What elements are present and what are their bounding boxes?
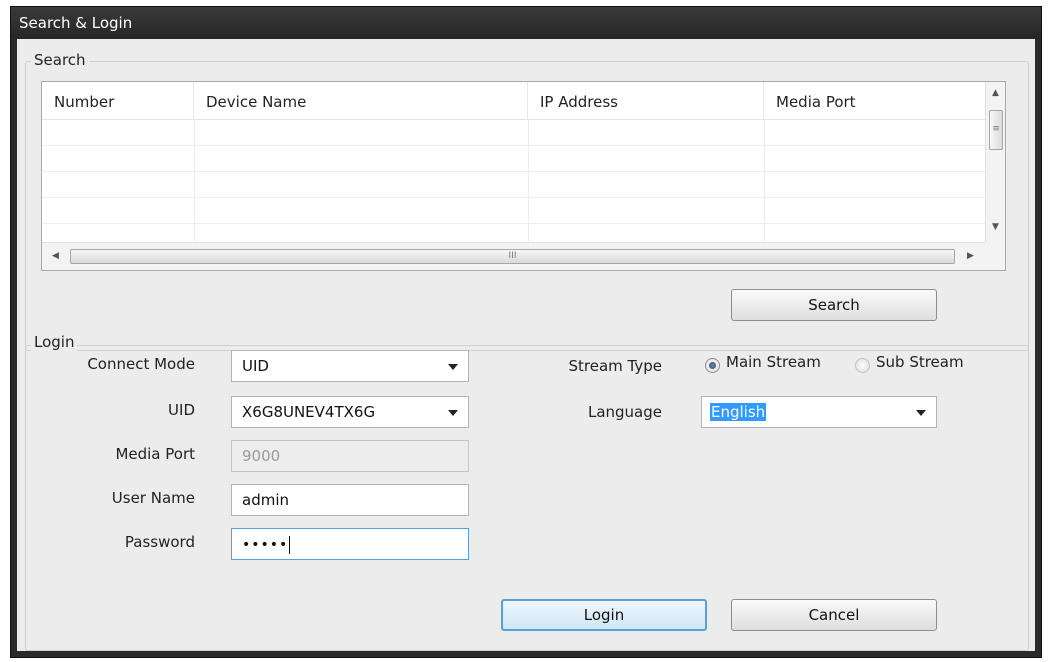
media-port-input: 9000 <box>231 440 469 472</box>
column-header-media-port[interactable]: Media Port <box>764 82 986 120</box>
password-label: Password <box>124 533 195 551</box>
search-group-label: Search <box>31 51 89 69</box>
table-row <box>42 198 986 224</box>
chevron-down-icon[interactable] <box>448 410 458 416</box>
connect-mode-select[interactable]: UID <box>231 350 469 382</box>
password-input[interactable]: ••••• <box>231 528 469 560</box>
connect-mode-label: Connect Mode <box>87 355 195 373</box>
table-row <box>42 120 986 146</box>
column-divider <box>764 120 765 242</box>
scroll-left-arrow-icon[interactable]: ◀ <box>52 251 59 261</box>
sub-stream-label[interactable]: Sub Stream <box>876 353 964 371</box>
user-name-input[interactable]: admin <box>231 484 469 516</box>
stream-type-label: Stream Type <box>568 357 663 375</box>
scroll-up-arrow-icon[interactable]: ▲ <box>992 88 999 98</box>
device-table-header: Number Device Name IP Address Media Port <box>42 82 986 120</box>
media-port-label: Media Port <box>115 445 195 463</box>
login-group-label: Login <box>31 333 78 351</box>
password-value: ••••• <box>242 537 289 553</box>
window-title: Search & Login <box>11 7 1041 39</box>
table-row <box>42 146 986 172</box>
horizontal-scrollbar[interactable]: ◀ III ▶ <box>42 242 986 270</box>
vertical-scroll-thumb[interactable]: ≡ <box>989 110 1003 150</box>
chevron-down-icon[interactable] <box>448 364 458 370</box>
main-stream-radio[interactable] <box>705 358 720 373</box>
chevron-down-icon[interactable] <box>916 410 926 416</box>
scroll-down-arrow-icon[interactable]: ▼ <box>992 222 999 232</box>
connect-mode-value: UID <box>242 357 269 375</box>
column-divider <box>528 120 529 242</box>
column-header-number[interactable]: Number <box>42 82 194 120</box>
scroll-right-arrow-icon[interactable]: ▶ <box>967 251 974 261</box>
column-divider <box>194 120 195 242</box>
text-cursor <box>289 535 291 554</box>
main-stream-label[interactable]: Main Stream <box>726 353 821 371</box>
uid-label: UID <box>168 401 195 419</box>
sub-stream-radio[interactable] <box>855 358 870 373</box>
column-header-device-name[interactable]: Device Name <box>194 82 528 120</box>
user-name-label: User Name <box>111 489 195 507</box>
table-row <box>42 172 986 198</box>
uid-value: X6G8UNEV4TX6G <box>242 403 376 421</box>
language-label: Language <box>587 403 662 421</box>
cancel-button[interactable]: Cancel <box>731 599 937 631</box>
vertical-scrollbar[interactable]: ▲ ≡ ▼ <box>985 82 1005 242</box>
uid-select[interactable]: X6G8UNEV4TX6G <box>231 396 469 428</box>
device-table[interactable]: Number Device Name IP Address Media Port… <box>41 81 1006 271</box>
login-button[interactable]: Login <box>501 599 707 631</box>
search-login-window: Search & Login Search Number Device Name… <box>10 6 1042 658</box>
horizontal-scroll-thumb[interactable]: III <box>70 249 955 264</box>
language-select[interactable]: English <box>701 396 937 428</box>
column-header-ip-address[interactable]: IP Address <box>528 82 764 120</box>
dialog-client-area: Search Number Device Name IP Address Med… <box>17 39 1035 651</box>
search-button[interactable]: Search <box>731 289 937 321</box>
scrollbar-corner <box>985 242 1005 270</box>
language-value: English <box>710 403 767 421</box>
